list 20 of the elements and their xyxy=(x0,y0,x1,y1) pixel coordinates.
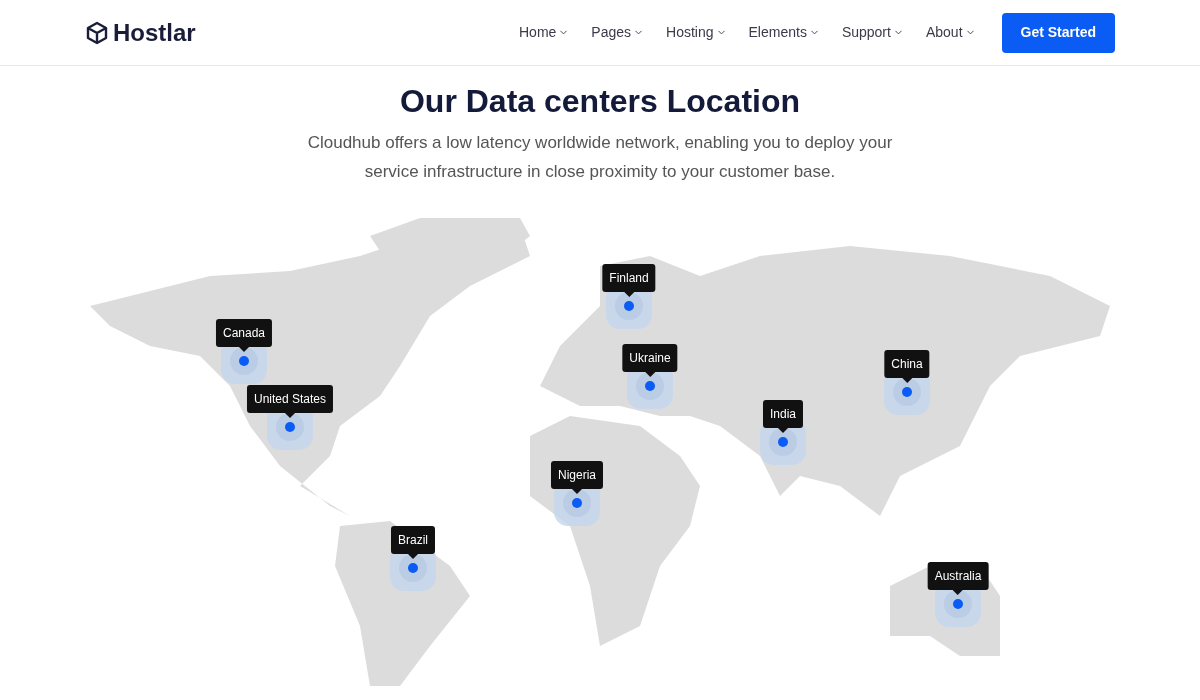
section-subtitle: Cloudhub offers a low latency worldwide network, enabling you to deploy your service infrastructure in close proximity to your customer base. xyxy=(306,132,894,183)
get-started-button[interactable]: Get Started xyxy=(1001,12,1115,53)
tooltip-pointer xyxy=(902,378,912,383)
tooltip-pointer xyxy=(239,347,249,352)
tooltip-pointer xyxy=(572,489,582,494)
nav-link[interactable]: Home xyxy=(519,22,570,43)
nav-link[interactable]: Hosting xyxy=(666,22,727,43)
tooltip-pointer xyxy=(408,554,418,559)
nav-link[interactable]: About xyxy=(925,22,976,43)
tooltip-pointer xyxy=(953,590,963,595)
nav-link[interactable]: Elements xyxy=(748,22,820,43)
logo-text[interactable]: Hostlar xyxy=(113,14,196,51)
cube-logo-icon xyxy=(85,20,109,45)
tooltip-pointer xyxy=(624,292,634,297)
nav-link[interactable]: Support xyxy=(841,22,904,43)
nav-link[interactable]: Pages xyxy=(591,22,645,43)
tooltip-pointer xyxy=(778,428,788,433)
tooltip-pointer xyxy=(645,372,655,377)
section-title: Our Data centers Location xyxy=(398,82,802,120)
tooltip-pointer xyxy=(285,413,295,418)
